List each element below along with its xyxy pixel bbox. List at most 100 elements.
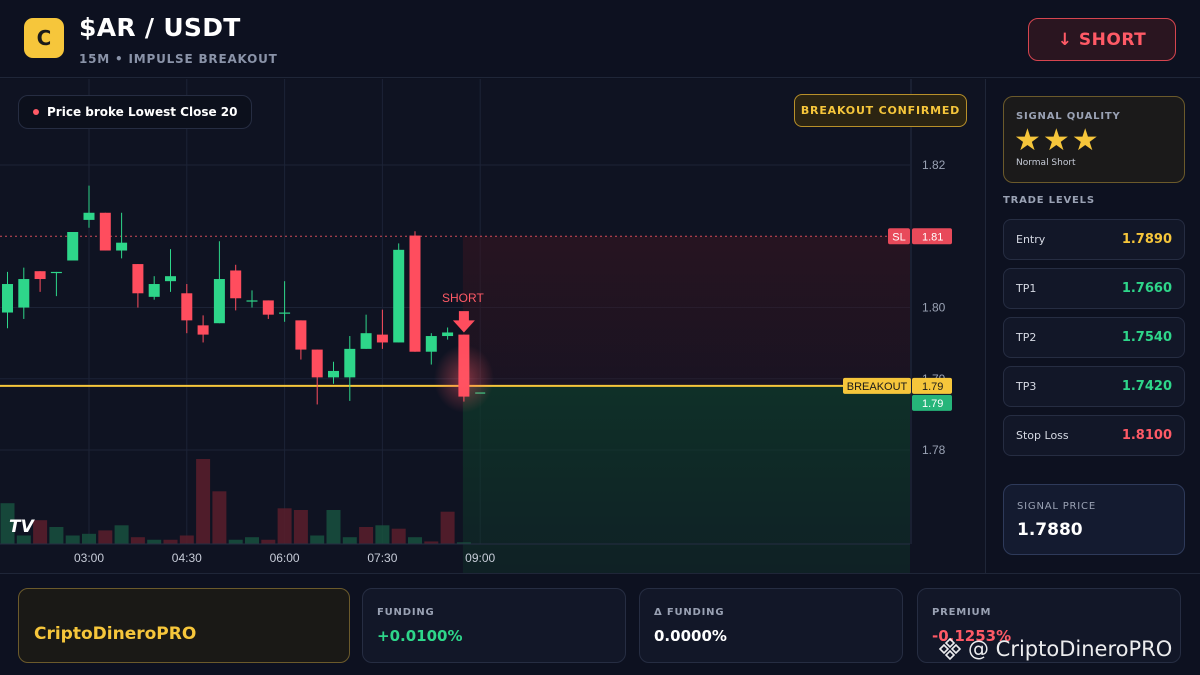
coin-logo: C — [24, 18, 64, 58]
signal-quality-title: SIGNAL QUALITY — [1016, 111, 1121, 122]
trade-level-label: TP3 — [1016, 380, 1037, 393]
candle-body — [442, 332, 454, 337]
time-tick-label: 07:30 — [367, 551, 397, 565]
reward-zone — [462, 385, 910, 573]
last-price-label: 1.79 — [922, 398, 943, 410]
trade-level-value: 1.7540 — [1121, 330, 1172, 345]
candle-body — [148, 284, 160, 297]
candles — [2, 185, 486, 405]
premium-label: PREMIUM — [932, 607, 992, 618]
footer: CriptoDineroPRO FUNDING +0.0100% Δ FUNDI… — [0, 573, 1200, 675]
volume-bar — [359, 527, 374, 544]
tradingview-logo-icon: TV — [9, 517, 36, 537]
volume-bar — [179, 535, 194, 544]
watermark-text: @ CriptoDineroPRO — [968, 637, 1173, 661]
trade-level-entry: Entry 1.7890 — [1003, 219, 1185, 260]
candle-body — [344, 348, 356, 378]
volume-bar — [82, 533, 96, 544]
volume-bar — [277, 508, 292, 544]
volume-bar — [49, 527, 64, 544]
sl-value-label: 1.81 — [922, 231, 943, 243]
trade-levels-title: TRADE LEVELS — [1003, 195, 1095, 206]
candle-body — [393, 249, 405, 343]
candle-body — [279, 312, 291, 314]
trade-level-value: 1.8100 — [1121, 428, 1172, 443]
funding-value: +0.0100% — [377, 627, 463, 645]
short-glow — [433, 344, 494, 413]
trade-level-tp2: TP2 1.7540 — [1003, 317, 1185, 358]
candle-body — [116, 242, 128, 251]
trade-level-tp1: TP1 1.7660 — [1003, 268, 1185, 309]
candle-body — [67, 232, 79, 261]
time-tick-label: 04:30 — [172, 551, 202, 565]
candle-body — [99, 212, 111, 251]
candle-body — [50, 271, 62, 274]
volume-bar — [130, 537, 145, 544]
short-button[interactable]: ↓ SHORT — [1028, 18, 1176, 61]
trade-zones — [462, 236, 910, 573]
header: C $AR / USDT 15M • IMPULSE BREAKOUT ↓ SH… — [0, 0, 1200, 78]
signal-sidebar: SIGNAL QUALITY ★★★ Normal Short TRADE LE… — [985, 79, 1200, 573]
time-tick-label: 03:00 — [74, 551, 104, 565]
candle-body — [34, 271, 46, 280]
volume-bar — [245, 537, 259, 544]
watermark: @ CriptoDineroPRO — [938, 637, 1172, 661]
signal-quality-label: Normal Short — [1016, 158, 1076, 168]
trade-level-tp3: TP3 1.7420 — [1003, 366, 1185, 407]
volume-bar — [33, 520, 48, 544]
signal-quality-card: SIGNAL QUALITY ★★★ Normal Short — [1003, 96, 1185, 183]
candle-body — [328, 370, 339, 378]
trade-level-label: TP1 — [1016, 282, 1037, 295]
breakout-confirmed-badge: BREAKOUT CONFIRMED — [794, 94, 967, 127]
volume-bar — [228, 539, 243, 544]
legend-dot-icon — [33, 109, 39, 115]
breakout-value-label: 1.79 — [922, 381, 943, 393]
chart-canvas[interactable]: SHORT 1.82 1.80 1.79 1.78 SL 1.81 BREAKOUT 1.79… — [0, 79, 985, 573]
legend-text: Price broke Lowest Close 20 — [47, 105, 238, 119]
volume-bar — [98, 530, 113, 544]
delta-funding-card: Δ FUNDING 0.0000% — [639, 588, 903, 663]
candle-body — [230, 270, 242, 299]
signal-price-card: SIGNAL PRICE 1.7880 — [1003, 484, 1185, 555]
trade-level-value: 1.7890 — [1121, 232, 1172, 247]
candle-body — [165, 276, 176, 282]
short-marker-label: SHORT — [442, 291, 484, 305]
funding-label: FUNDING — [377, 607, 435, 618]
volume-bar — [326, 510, 341, 544]
price-tick-label: 1.78 — [922, 443, 946, 457]
timeframe-subtitle: 15M • IMPULSE BREAKOUT — [79, 52, 278, 66]
pair-title: $AR / USDT — [79, 13, 241, 42]
candle-body — [213, 279, 225, 324]
volume-bar — [293, 510, 308, 544]
volume-bar — [391, 528, 406, 544]
volume-bar — [375, 525, 390, 544]
candle-body — [295, 320, 307, 350]
trade-level-label: Entry — [1016, 233, 1046, 246]
trade-level-value: 1.7420 — [1121, 379, 1172, 394]
volume-bar — [147, 539, 162, 544]
volume-bar — [310, 535, 325, 544]
risk-zone — [462, 236, 910, 386]
volume-bar — [114, 525, 129, 544]
breakout-tag-label: BREAKOUT — [847, 381, 908, 393]
brand-name: CriptoDineroPRO — [34, 624, 197, 644]
candle-body — [311, 349, 323, 378]
price-chart[interactable]: SHORT 1.82 1.80 1.79 1.78 SL 1.81 BREAKOUT 1.79… — [0, 79, 985, 573]
volume-bar — [342, 537, 357, 544]
sl-tag-label: SL — [892, 231, 905, 243]
candle-body — [409, 235, 421, 352]
candle-body — [376, 334, 388, 343]
volume-bar — [163, 539, 178, 544]
signal-price-label: SIGNAL PRICE — [1017, 501, 1096, 512]
candle-body — [132, 264, 144, 294]
legend-chip: Price broke Lowest Close 20 — [18, 95, 253, 129]
volume-bar — [261, 539, 276, 544]
volume-bar — [408, 537, 422, 544]
delta-funding-value: 0.0000% — [654, 627, 727, 645]
candle-body — [246, 300, 258, 302]
candle-body — [360, 333, 372, 349]
volume-bar — [212, 491, 227, 544]
trade-level-stop-loss: Stop Loss 1.8100 — [1003, 415, 1185, 456]
candle-body — [262, 300, 274, 315]
funding-card: FUNDING +0.0100% — [362, 588, 626, 663]
